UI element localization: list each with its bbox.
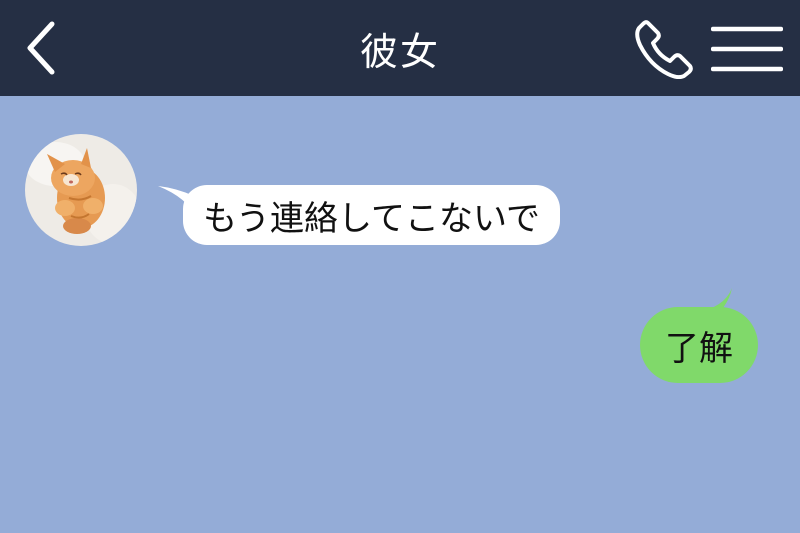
menu-button[interactable] xyxy=(706,20,788,78)
kitten-avatar-image xyxy=(25,134,137,246)
call-button[interactable] xyxy=(628,16,700,82)
outgoing-message-bubble[interactable]: 了解 xyxy=(640,307,758,383)
contact-avatar[interactable] xyxy=(25,134,137,246)
incoming-message-text: もう連絡してこないで xyxy=(203,198,540,239)
hamburger-menu-icon xyxy=(711,26,783,72)
incoming-message-bubble[interactable]: もう連絡してこないで xyxy=(183,185,560,245)
outgoing-message-text: 了解 xyxy=(665,328,733,369)
chat-header: 彼女 xyxy=(0,0,800,96)
phone-icon xyxy=(635,20,693,79)
